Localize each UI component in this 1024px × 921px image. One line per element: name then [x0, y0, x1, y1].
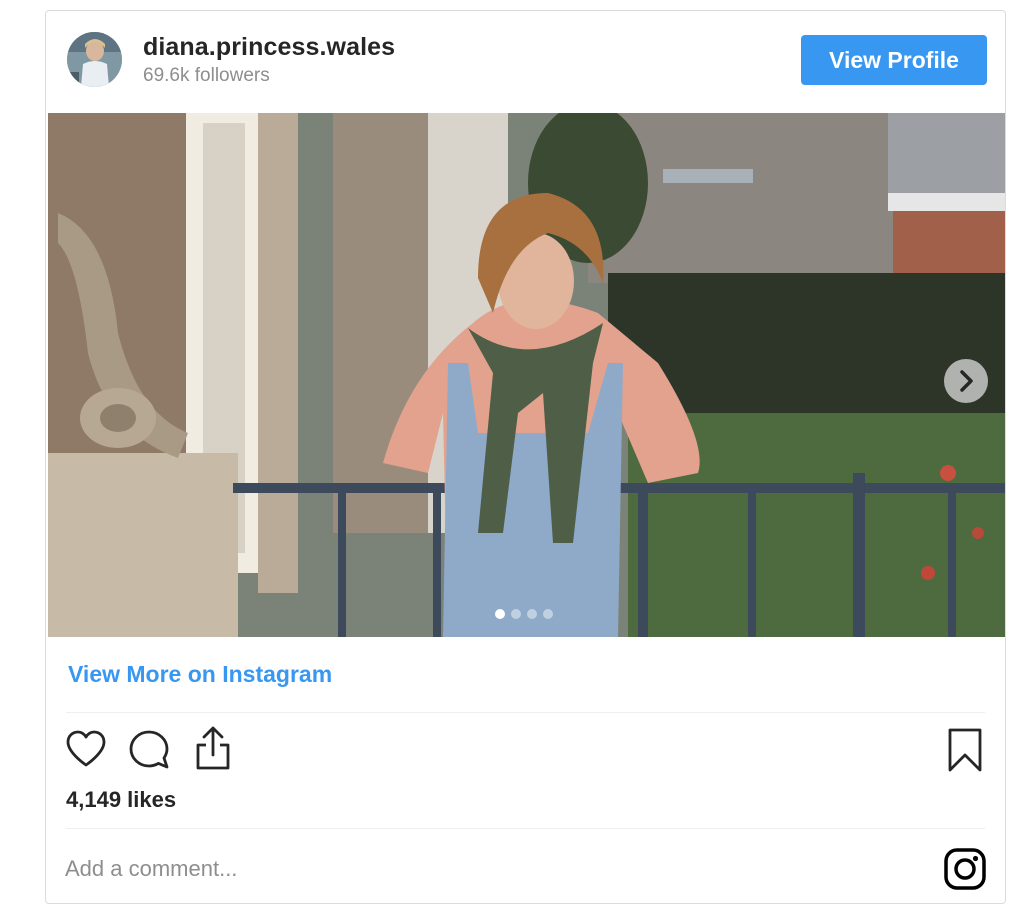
comment-input[interactable]: [65, 849, 885, 889]
avatar-photo: [67, 32, 122, 87]
divider: [66, 828, 985, 829]
chevron-right-icon: [960, 370, 973, 392]
instagram-embed-card: diana.princess.wales 69.6k followers Vie…: [45, 10, 1006, 904]
divider: [66, 712, 985, 713]
view-profile-button[interactable]: View Profile: [801, 35, 987, 85]
heart-icon[interactable]: [65, 729, 107, 774]
carousel-dot: [543, 609, 553, 619]
post-image[interactable]: [48, 113, 1005, 637]
follower-count: 69.6k followers: [143, 65, 270, 86]
username[interactable]: diana.princess.wales: [143, 33, 395, 62]
carousel-dot: [495, 609, 505, 619]
comment-icon[interactable]: [128, 729, 170, 776]
instagram-icon[interactable]: [943, 847, 987, 896]
share-icon[interactable]: [192, 725, 234, 776]
carousel-indicator: [495, 609, 565, 621]
carousel-dot: [511, 609, 521, 619]
post-header: diana.princess.wales 69.6k followers Vie…: [46, 11, 1005, 113]
bookmark-icon[interactable]: [946, 727, 984, 778]
post-photo-illustration: [48, 113, 1005, 637]
like-count: 4,149 likes: [66, 787, 177, 812]
view-more-on-instagram-link[interactable]: View More on Instagram: [68, 661, 332, 688]
avatar[interactable]: [67, 32, 122, 87]
carousel-dot: [527, 609, 537, 619]
carousel-next-button[interactable]: [944, 359, 988, 403]
